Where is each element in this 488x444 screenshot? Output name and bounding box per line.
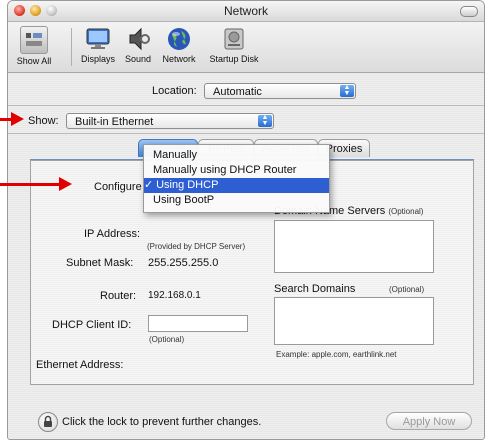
startup-disk-icon [221,26,247,52]
ethernet-address-label: Ethernet Address: [36,359,124,371]
search-domains-header: Search Domains [274,283,355,295]
search-domains-optional: (Optional) [389,285,425,294]
toolbar: Show All Displays Sound Network Startup [8,22,484,73]
popup-arrows-icon: ▲ ▼ [340,84,354,97]
menu-item-using-dhcp[interactable]: ✓ Using DHCP [144,178,329,193]
location-value: Automatic [213,86,262,98]
menu-item-label: Using DHCP [156,179,219,191]
toolbar-label: Startup Disk [209,54,259,64]
subnet-mask-label: Subnet Mask: [66,257,134,269]
annotation-arrow-configure [0,177,72,191]
toolbar-toggle-button[interactable] [460,6,478,17]
configure-menu: Manually Manually using DHCP Router ✓ Us… [143,144,330,213]
dhcp-client-id-label: DHCP Client ID: [52,319,132,331]
ip-address-label: IP Address: [84,228,141,240]
window-title: Network [223,4,268,18]
search-domains-example: Example: apple.com, earthlink.net [276,350,397,359]
show-all-icon [20,26,48,54]
show-popup[interactable]: Built-in Ethernet ▲ ▼ [66,113,274,129]
show-label: Show: [28,115,59,127]
sound-icon [125,26,151,52]
dns-servers-field[interactable] [274,220,434,273]
checkmark-icon: ✓ [144,179,154,191]
toolbar-label: Show All [16,56,52,66]
toolbar-divider [71,28,72,66]
divider [8,105,484,106]
dns-optional: (Optional) [388,207,424,216]
dhcp-client-id-note: (Optional) [149,335,185,344]
router-value: 192.168.0.1 [148,290,201,301]
network-icon [166,26,192,52]
toolbar-startup-disk[interactable]: Startup Disk [204,26,264,64]
location-label: Location: [152,85,197,97]
toolbar-network[interactable]: Network [156,26,202,64]
router-label: Router: [100,290,137,302]
toolbar-label: Displays [80,54,115,64]
toolbar-label: Sound [124,54,152,64]
toolbar-sound[interactable]: Sound [120,26,156,64]
lock-icon [44,415,52,427]
location-popup[interactable]: Automatic ▲ ▼ [204,83,356,99]
search-domains-field[interactable] [274,297,434,345]
divider [8,133,484,134]
network-window: Network Show All Displays Sound Network … [7,0,485,440]
lock-text: Click the lock to prevent further change… [62,416,262,428]
subnet-mask-value: 255.255.255.0 [148,257,219,269]
menu-item-using-bootp[interactable]: Using BootP [144,193,329,208]
title-bar[interactable]: Network [8,1,484,22]
configure-label: Configure [94,181,142,193]
toolbar-label: Network [162,54,196,64]
arrow-head-icon [11,112,24,126]
popup-arrows-icon: ▲ ▼ [258,114,272,127]
toolbar-displays[interactable]: Displays [78,26,118,64]
show-value: Built-in Ethernet [75,116,154,128]
search-domains-label: Search Domains [274,283,356,295]
apply-now-button[interactable]: Apply Now [386,412,472,430]
arrow-head-icon [59,177,72,191]
displays-icon [85,26,111,52]
toolbar-show-all[interactable]: Show All [12,26,56,66]
menu-item-manually[interactable]: Manually [144,148,329,163]
ip-address-note: (Provided by DHCP Server) [147,242,246,251]
dhcp-client-id-field[interactable] [148,315,248,332]
annotation-arrow-show [0,112,24,126]
menu-item-manually-dhcp-router[interactable]: Manually using DHCP Router [144,163,329,178]
lock-button[interactable] [38,412,58,432]
